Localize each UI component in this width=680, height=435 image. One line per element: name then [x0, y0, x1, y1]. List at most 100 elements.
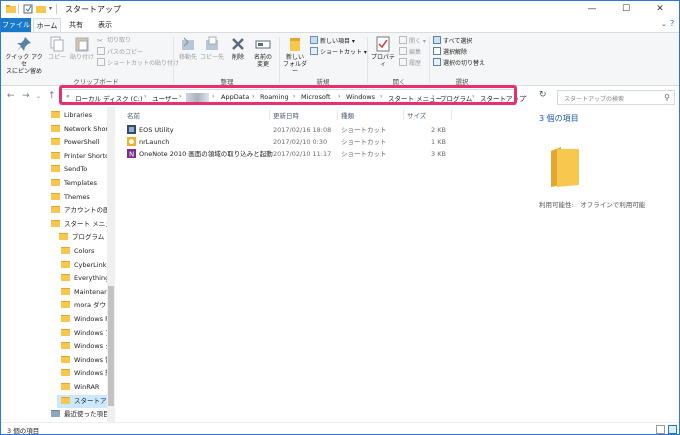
folder-icon — [6, 5, 16, 13]
window-title: スタートアップ — [65, 5, 121, 14]
column-header-modified[interactable]: 更新日時 — [273, 110, 299, 120]
nav-item[interactable]: プログラム — [55, 231, 107, 244]
copy-to-button[interactable]: コピー先 — [200, 36, 224, 61]
nav-item[interactable]: Maintenanc — [57, 286, 107, 299]
tab-share[interactable]: 共有 — [63, 18, 89, 32]
delete-button[interactable]: 削除 — [227, 36, 249, 61]
folder-icon — [61, 247, 70, 254]
nav-item-label: Libraries — [64, 111, 93, 119]
nav-item[interactable]: CyberLink P — [57, 259, 107, 272]
maximize-button[interactable]: ☐ — [609, 1, 643, 18]
tab-file[interactable]: ファイル — [1, 18, 31, 32]
file-row[interactable]: nrLaunch 2017/02/10 0:30 ショートカット 1 KB — [121, 136, 451, 148]
cut-button[interactable]: ✂ 切り取り — [97, 36, 131, 46]
folder-icon — [51, 165, 60, 173]
shortcut-button[interactable]: ショートカット ▾ — [310, 47, 367, 57]
tab-home[interactable]: ホーム — [33, 18, 61, 32]
copy-label: コピー — [47, 54, 66, 61]
open-button[interactable]: 開く ▾ — [399, 36, 426, 46]
ribbon-expand-icon[interactable]: ⌄ — [661, 20, 667, 28]
copy-path-button[interactable]: パスのコピー — [97, 47, 143, 57]
delete-label: 削除 — [231, 54, 244, 61]
nav-item[interactable]: SendTo — [47, 163, 107, 176]
nav-item[interactable]: Network Short — [47, 123, 107, 136]
file-type: ショートカット — [341, 138, 387, 146]
file-row[interactable]: EOS Utility 2017/02/16 18:08 ショートカット 2 K… — [121, 124, 451, 136]
search-box[interactable]: スタートアップの検索 ⚲ — [557, 90, 675, 105]
nav-item[interactable]: スタート メニュー — [47, 218, 107, 231]
back-arrow-icon[interactable]: ← — [7, 91, 15, 101]
properties-button[interactable]: プロパティ — [369, 36, 397, 68]
nav-scrollbar-thumb[interactable] — [108, 286, 114, 406]
close-button[interactable]: ✕ — [643, 1, 677, 18]
nav-item[interactable]: Colors — [57, 245, 107, 258]
forward-arrow-icon[interactable]: → — [22, 91, 30, 101]
pin-quick-access-button[interactable]: クイック アクセ スにピン留め — [4, 36, 44, 75]
nav-item[interactable]: Libraries — [47, 109, 107, 122]
nav-item-label: Windows シ — [74, 342, 107, 351]
nav-item-label: Everything — [74, 274, 107, 283]
nav-item[interactable]: Printer Shortcu — [47, 150, 107, 163]
select-all-button[interactable]: すべて選択 — [433, 36, 472, 46]
new-folder-label: 新しい フォルダー — [282, 54, 307, 75]
paste-button[interactable]: 貼り付け — [69, 36, 95, 61]
recent-locations-chevron-icon[interactable]: ⌄ — [36, 93, 41, 100]
paste-shortcut-button[interactable]: ショートカットの貼り付け — [97, 58, 179, 68]
select-none-button[interactable]: 選択解除 — [433, 47, 467, 57]
edit-button[interactable]: 編集 — [399, 47, 421, 57]
folder-icon — [61, 260, 70, 268]
new-item-button[interactable]: 新しい項目 ▾ — [310, 36, 355, 46]
invert-selection-button[interactable]: 選択の切り替え — [433, 58, 485, 68]
nrlaunch-icon — [127, 137, 136, 146]
nav-item[interactable]: Windows ア — [57, 327, 107, 340]
large-icons-view-icon[interactable] — [668, 425, 677, 434]
nav-item[interactable]: PowerShell — [47, 136, 107, 149]
copy-button[interactable]: コピー — [46, 36, 68, 61]
folder-icon — [61, 383, 70, 390]
shortcut-label: ショートカット — [320, 49, 363, 56]
address-dropdown-chevron-icon[interactable]: ⌄ — [523, 92, 528, 99]
tab-view[interactable]: 表示 — [91, 18, 119, 32]
properties-quick-icon[interactable] — [23, 4, 33, 14]
nav-item[interactable]: mora ダウン — [57, 299, 107, 312]
minimize-button[interactable]: — — [575, 1, 609, 18]
quick-access-dropdown[interactable]: ▾ — [49, 5, 52, 12]
file-size: 3 KB — [431, 150, 446, 158]
search-icon[interactable]: ⚲ — [664, 93, 670, 102]
refresh-icon[interactable]: ↻ — [539, 90, 547, 100]
new-folder-quick-icon[interactable] — [36, 4, 46, 14]
nav-item-label: スタートアップ — [74, 396, 107, 405]
file-row[interactable]: N OneNote 2010 画面の領域の取り込みと起動 2017/02/10 1… — [121, 148, 451, 160]
history-button[interactable]: 履歴 — [399, 58, 421, 68]
folder-icon — [61, 355, 70, 363]
invert-selection-icon — [433, 58, 441, 66]
column-separator[interactable] — [269, 110, 270, 120]
move-to-icon — [182, 37, 194, 50]
column-header-name[interactable]: 名前 — [127, 110, 140, 120]
nav-item[interactable]: スタートアップ — [57, 394, 107, 408]
folder-icon — [61, 315, 70, 322]
column-separator[interactable] — [451, 110, 452, 120]
nav-item[interactable]: Windows P — [57, 313, 107, 326]
nav-item[interactable]: アカウントの画像 — [47, 204, 107, 217]
ribbon: クイック アクセ スにピン留め コピー 貼り付け ✂ 切り取り パスのコピー ショ… — [1, 32, 679, 86]
new-folder-button[interactable]: 新しい フォルダー — [282, 36, 308, 75]
nav-item[interactable]: WinRAR — [57, 381, 107, 394]
nav-item[interactable]: 最近使った項目 — [47, 408, 107, 421]
up-arrow-icon[interactable]: ↑ — [48, 91, 56, 101]
help-icon[interactable]: ? — [670, 19, 674, 28]
nav-item[interactable]: Templates — [47, 177, 107, 190]
details-view-icon[interactable] — [656, 425, 665, 434]
column-header-type[interactable]: 種類 — [341, 110, 354, 120]
move-to-button[interactable]: 移動先 — [177, 36, 199, 61]
nav-item[interactable]: Windows シ — [57, 340, 107, 353]
nav-item[interactable]: Windows 管 — [57, 354, 107, 367]
column-separator[interactable] — [403, 110, 404, 120]
column-separator[interactable] — [337, 110, 338, 120]
nav-item[interactable]: Everything — [57, 272, 107, 285]
rename-button[interactable]: 名前の 変更 — [251, 36, 275, 68]
folder-icon — [61, 301, 70, 309]
nav-item[interactable]: Windows 簡 — [57, 367, 107, 380]
column-header-size[interactable]: サイズ — [407, 110, 426, 120]
nav-item[interactable]: Themes — [47, 191, 107, 204]
